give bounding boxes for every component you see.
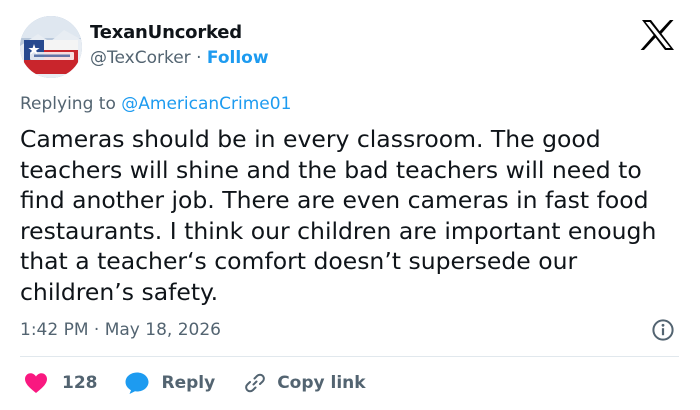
reply-prefix: Replying to [20,94,116,114]
reply-mention-link[interactable]: @AmericanCrime01 [121,94,291,114]
x-logo-icon[interactable] [640,19,676,51]
copy-link-label: Copy link [277,373,366,393]
speech-bubble-icon [125,372,148,394]
reply-label: Reply [161,373,216,393]
heart-icon [25,373,47,393]
action-bar: 128 Reply Copy link [20,366,366,400]
reply-context: Replying to @AmericanCrime01 [20,94,291,114]
copy-link-button[interactable]: Copy link [243,371,366,395]
tweet-text: Cameras should be in every classroom. Th… [20,125,657,306]
info-icon[interactable] [651,318,675,342]
author-handle[interactable]: @TexCorker [90,48,191,68]
author-meta: @TexCorker · Follow [90,48,269,68]
author-name[interactable]: TexanUncorked [90,22,242,43]
like-button[interactable]: 128 [20,372,98,394]
avatar[interactable] [20,16,82,78]
divider [20,356,679,357]
reply-button[interactable]: Reply [124,371,216,395]
separator: · [196,48,202,68]
avatar-image [20,16,82,78]
like-count: 128 [62,373,98,393]
follow-button[interactable]: Follow [207,48,269,68]
link-icon [245,373,266,393]
tweet-timestamp[interactable]: 1:42 PM · May 18, 2026 [20,320,221,340]
